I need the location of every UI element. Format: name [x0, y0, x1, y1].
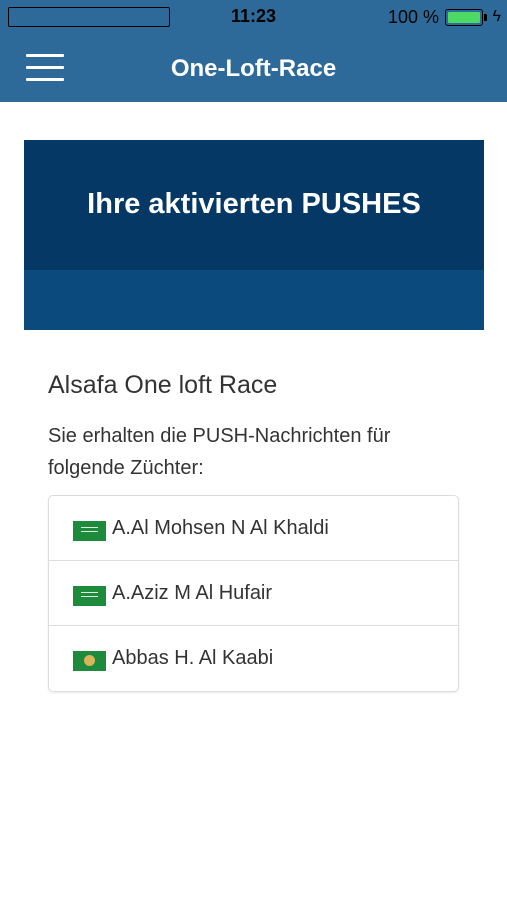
saudi-arabia-flag-icon — [73, 586, 106, 606]
intro-text: Sie erhalten die PUSH-Nachrichten für fo… — [48, 425, 391, 479]
status-bar: 11:23 100 % ϟ — [0, 0, 507, 34]
breeder-name: A.Al Mohsen N Al Khaldi — [112, 517, 329, 539]
race-title: Alsafa One loft Race — [48, 371, 278, 399]
breeder-item[interactable]: A.Al Mohsen N Al Khaldi — [49, 496, 458, 561]
breeder-item[interactable]: Abbas H. Al Kaabi — [49, 626, 458, 691]
pushes-banner: Ihre aktivierten PUSHES — [24, 140, 484, 330]
banner-title: Ihre aktivierten PUSHES — [87, 188, 421, 220]
breeder-item[interactable]: A.Aziz M Al Hufair — [49, 561, 458, 626]
breeder-name: Abbas H. Al Kaabi — [112, 647, 274, 669]
battery-tip — [484, 14, 487, 21]
battery-icon — [445, 9, 483, 26]
banner-bottom — [24, 270, 484, 330]
breeder-list: A.Al Mohsen N Al Khaldi A.Aziz M Al Hufa… — [48, 495, 459, 692]
breeder-name: A.Aziz M Al Hufair — [112, 582, 273, 604]
saudi-arabia-flag-icon — [73, 521, 106, 541]
battery-level-fill — [448, 12, 480, 23]
nav-bar: One-Loft-Race — [0, 34, 507, 102]
page-title: One-Loft-Race — [170, 55, 337, 82]
arab-league-flag-icon — [73, 651, 106, 671]
battery-percentage: 100 % — [387, 7, 439, 27]
charging-bolt-icon: ϟ — [492, 8, 501, 25]
